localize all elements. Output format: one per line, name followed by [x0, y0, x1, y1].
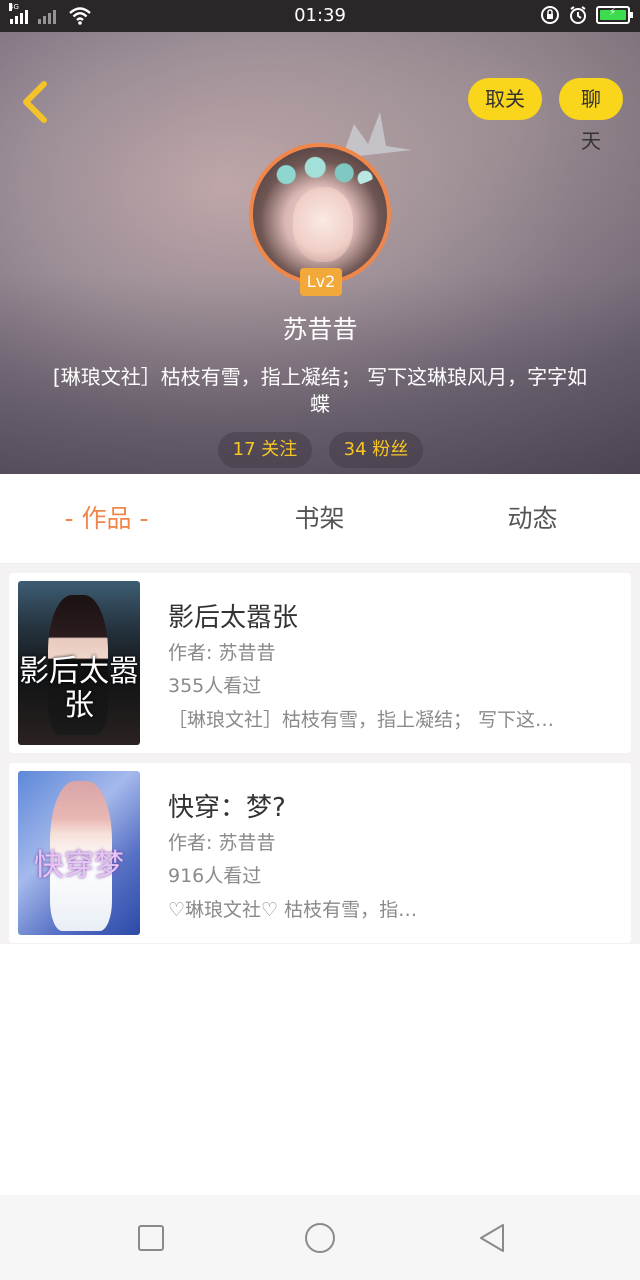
- book-cover[interactable]: 快穿梦: [18, 771, 140, 935]
- alarm-icon: [570, 6, 586, 24]
- avatar[interactable]: [249, 143, 391, 285]
- book-title: 影后太嚣张: [168, 603, 299, 633]
- battery-icon: [596, 6, 633, 24]
- cover-title: 快穿梦: [34, 848, 124, 883]
- tab-works[interactable]: - 作品 -: [0, 474, 213, 564]
- rotation-lock-icon: [541, 6, 559, 24]
- book-author: 作者: 苏昔昔: [168, 642, 276, 664]
- tab-bookshelf[interactable]: 书架: [213, 474, 426, 564]
- unfollow-button[interactable]: 取关: [468, 78, 542, 120]
- username: 苏昔昔: [282, 315, 358, 344]
- square-icon[interactable]: [134, 1221, 168, 1255]
- book-title: 快穿：梦?: [168, 793, 286, 823]
- tab-activity[interactable]: 动态: [426, 474, 639, 564]
- level-badge: Lv2: [300, 268, 342, 296]
- works-list: 影后太嚣张 影后太嚣张 作者: 苏昔昔 355人看过 ［琳琅文社］枯枝有雪，指上…: [0, 564, 640, 944]
- profile-tabs: - 作品 - 书架 动态: [0, 474, 640, 564]
- user-bio: [琳琅文社］枯枝有雪，指上凝结； 写下这琳琅风月，字字如蝶: [52, 365, 588, 416]
- back-button[interactable]: [18, 80, 54, 124]
- triangle-back-icon[interactable]: [475, 1221, 509, 1255]
- book-views: 355人看过: [168, 675, 262, 697]
- fans-count[interactable]: 34 粉丝: [329, 432, 423, 468]
- book-cover[interactable]: 影后太嚣张: [18, 581, 140, 745]
- chat-button[interactable]: 聊天: [559, 78, 623, 153]
- book-views: 916人看过: [168, 865, 262, 887]
- following-count[interactable]: 17 关注: [218, 432, 312, 468]
- book-author: 作者: 苏昔昔: [168, 832, 276, 854]
- book-description: ［琳琅文社］枯枝有雪，指上凝结； 写下这…: [168, 709, 555, 731]
- profile-header: 取关 聊天 Lv2 苏昔昔 [琳琅文社］枯枝有雪，指上凝结； 写下这琳琅风月，字…: [0, 32, 640, 474]
- list-item[interactable]: 快穿梦 快穿：梦? 作者: 苏昔昔 916人看过 ♡琳琅文社♡ 枯枝有雪，指…: [9, 763, 631, 943]
- list-item[interactable]: 影后太嚣张 影后太嚣张 作者: 苏昔昔 355人看过 ［琳琅文社］枯枝有雪，指上…: [9, 573, 631, 753]
- status-bar: 4G 01:39: [0, 0, 640, 32]
- system-nav-bar: [0, 1195, 640, 1280]
- cover-title: 影后太嚣张: [19, 654, 139, 723]
- book-description: ♡琳琅文社♡ 枯枝有雪，指…: [168, 899, 418, 921]
- circle-icon[interactable]: [303, 1221, 337, 1255]
